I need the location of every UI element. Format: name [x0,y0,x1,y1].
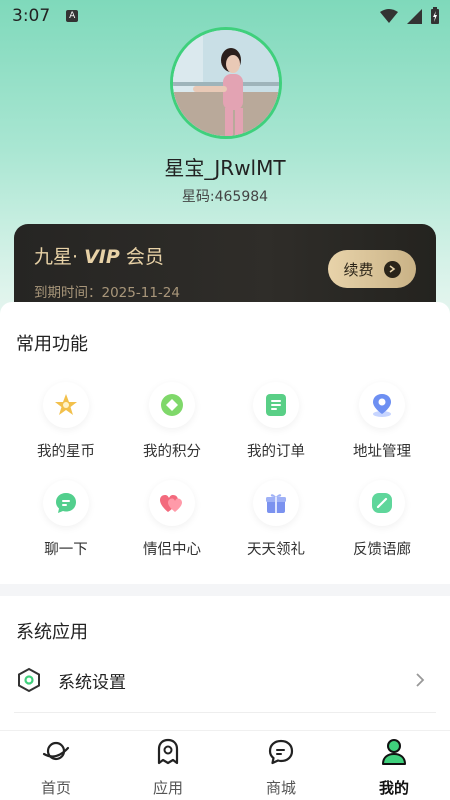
renew-button[interactable]: 续费 [328,250,416,288]
func-chat[interactable]: 聊一下 [10,480,122,559]
func-label: 情侣中心 [143,542,201,558]
vip-card[interactable]: 九星· VIP 会员 到期时间：2025-11-24 续费 [14,224,436,314]
func-couple-center[interactable]: 情侣中心 [116,480,228,559]
vip-title-suffix: 会员 [119,246,164,268]
nav-label: 应用 [152,779,183,797]
func-label: 我的星币 [37,444,95,460]
nav-label: 首页 [40,779,71,797]
func-star-coin[interactable]: 我的星币 [10,382,122,461]
avatar[interactable] [170,27,282,139]
status-icons [380,7,440,25]
vip-title: 九星· VIP 会员 [34,242,164,269]
battery-icon [431,7,439,24]
chevron-right-icon [416,673,425,687]
nav-apps[interactable]: 应用 [112,737,224,798]
func-label: 我的订单 [247,444,305,460]
system-apps-panel: 系统应用 系统设置 [0,596,450,730]
func-feedback[interactable]: 反馈语廊 [326,480,438,559]
hearts-icon [149,480,195,526]
username: 星宝_JRwlMT [164,156,286,180]
common-functions-title: 常用功能 [16,334,88,355]
location-icon [359,382,405,428]
func-label: 天天领礼 [247,542,305,558]
func-label: 我的积分 [143,444,201,460]
system-settings-label: 系统设置 [58,672,126,693]
planet-icon [42,741,70,761]
wifi-icon [380,9,398,23]
vip-expire-date: 到期时间：2025-11-24 [34,285,180,301]
func-address[interactable]: 地址管理 [326,382,438,461]
bottom-nav: 首页 应用 商城 我的 [0,730,450,800]
star-coin-icon [43,382,89,428]
points-icon [149,382,195,428]
chevron-right-icon [383,260,401,278]
common-functions-panel: 常用功能 我的星币 我的积分 我的订单 地址管理 聊一下 情侣中心 天天领礼 反… [0,302,450,584]
ghost-icon [157,738,179,765]
nav-label: 商城 [265,779,296,797]
renew-label: 续费 [343,260,374,279]
func-label: 地址管理 [353,444,411,460]
vip-title-vip: VIP [84,246,120,268]
nav-home[interactable]: 首页 [0,737,112,798]
func-label: 反馈语廊 [353,542,411,558]
vip-title-prefix: 九星· [34,246,85,268]
settings-hexagon-icon [18,667,40,693]
nav-mall[interactable]: 商城 [225,737,337,798]
star-code: 星码:465984 [181,189,269,205]
divider [14,712,436,713]
func-order[interactable]: 我的订单 [220,382,332,461]
feedback-icon [359,480,405,526]
user-icon [382,739,406,765]
accessibility-badge: A [66,10,79,22]
chat-bubble-icon [268,739,294,765]
chat-icon [43,480,89,526]
order-icon [253,382,299,428]
avatar-photo [173,30,279,136]
system-settings-row[interactable]: 系统设置 [0,656,450,704]
func-points[interactable]: 我的积分 [116,382,228,461]
nav-label: 我的 [378,779,409,797]
gift-icon [253,480,299,526]
func-daily-gift[interactable]: 天天领礼 [220,480,332,559]
func-label: 聊一下 [44,542,88,558]
signal-icon [407,9,422,24]
status-time: 3:07 [12,6,51,26]
system-apps-title: 系统应用 [16,622,88,643]
nav-mine[interactable]: 我的 [338,737,450,798]
